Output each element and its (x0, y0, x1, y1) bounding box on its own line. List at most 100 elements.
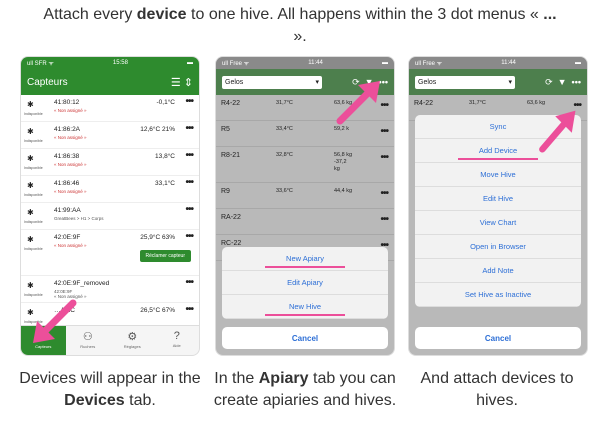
filter-icon[interactable]: ▼ (558, 77, 567, 87)
menu-item-open-in-browser[interactable]: Open in Browser (415, 235, 581, 259)
more-menu-icon[interactable]: ••• (572, 77, 581, 87)
device-row[interactable]: ✱ Indisponible 41:86:46 « Non assigné » 33,1… (21, 176, 199, 203)
device-availability: Indisponible (24, 247, 43, 251)
hive-more-icon[interactable]: ••• (380, 214, 388, 225)
device-row[interactable]: ✱ Indisponible 42:0E:9F « Non assigné » 25,9… (21, 230, 199, 276)
device-row[interactable]: ✱ Indisponible 41:99:AA GreatBees > H1 > Co… (21, 203, 199, 230)
heading-text: Attach every (43, 6, 137, 23)
heading-dots: ... (543, 6, 557, 23)
claim-device-button[interactable]: Réclamer capteur (139, 250, 191, 262)
device-name: 41:86:38 (54, 153, 80, 160)
more-menu-icon[interactable]: ••• (185, 304, 193, 315)
apiary-select[interactable]: Gelos ▾ (415, 75, 515, 89)
device-row[interactable]: ✱ Indisponible 41:80:12 « Non assigné » -0,1… (21, 95, 199, 122)
menu-item-edit-hive[interactable]: Edit Hive (415, 187, 581, 211)
status-bar: ull SFR ᯤ 15:58 ▬ (21, 57, 199, 69)
help-icon: ? (173, 330, 180, 342)
hive-name: R4-22 (221, 100, 241, 107)
apiary-screenshot: ull Free ᯤ 11:44 ▬ Gelos ▾ ⟳ ▼ ••• R4-22 31,… (215, 56, 395, 356)
highlight-underline (265, 314, 345, 316)
hive-name: R8-21 (221, 152, 241, 159)
clock: 11:44 (308, 60, 323, 66)
hive-temp: 32,8°C (276, 152, 293, 158)
cancel-button[interactable]: Cancel (222, 327, 388, 349)
bluetooth-icon: ✱ (27, 235, 34, 244)
hive-temp: 31,7°C (276, 100, 293, 106)
instruction-heading: Attach every device to one hive. All hap… (0, 4, 600, 48)
settings-icon: ⚙ (127, 331, 138, 343)
device-assignment: « Non assigné » (54, 108, 87, 113)
hive-weight: 63,6 kg (527, 100, 546, 106)
tab-help[interactable]: ? Aide (155, 326, 200, 355)
hive-row[interactable]: RA-22 ••• (216, 209, 394, 235)
hive-weight: 56,8 kg -37,2 kg (334, 152, 353, 172)
highlight-underline (265, 266, 345, 268)
device-reading: -0,1°C (156, 99, 176, 106)
action-sheet: New Apiary Edit Apiary New Hive (222, 247, 388, 319)
tab-label: Ruchers (80, 344, 96, 349)
device-name: 41:86:46 (54, 180, 80, 187)
menu-item-new-hive[interactable]: New Hive (222, 295, 388, 319)
menu-item-add-note[interactable]: Add Note (415, 259, 581, 283)
device-row[interactable]: ✱ Indisponible 41:86:38 « Non assigné » 13,8… (21, 149, 199, 176)
hive-temp: 31,7°C (469, 100, 486, 106)
more-menu-icon[interactable]: ••• (185, 177, 193, 188)
device-row[interactable]: ✱ Indisponible 41:86:2A « Non assigné » 12,6… (21, 122, 199, 149)
clock: 11:44 (501, 60, 516, 66)
hive-name: RA-22 (221, 214, 241, 221)
hive-name: RC-22 (221, 240, 242, 247)
heading-text-2: to one hive. All happens within the 3 do… (186, 6, 544, 23)
device-reading: 33,1°C (155, 180, 175, 187)
pink-arrow-icon (33, 299, 77, 343)
hive-menu-screenshot: ull Free ᯤ 11:44 ▬ Gelos ▾ ⟳ ▼ ••• R4-22 31… (408, 56, 588, 356)
hive-name: R9 (221, 188, 230, 195)
cancel-button[interactable]: Cancel (415, 327, 581, 349)
menu-item-edit-apiary[interactable]: Edit Apiary (222, 271, 388, 295)
menu-item-move-hive[interactable]: Move Hive (415, 163, 581, 187)
app-bar: Capteurs ☰ ⇕ (21, 69, 199, 95)
bluetooth-icon: ✱ (27, 208, 34, 217)
hive-row[interactable]: R8-21 32,8°C 56,8 kg -37,2 kg ••• (216, 147, 394, 183)
caption-devices: Devices will appear in the Devices tab. (15, 368, 205, 412)
hive-temp: 33,4°C (276, 126, 293, 132)
more-menu-icon[interactable]: ••• (185, 231, 193, 242)
apiary-select-value: Gelos (418, 78, 437, 86)
device-name: 41:80:12 (54, 99, 80, 106)
carrier: ull Free ᯤ (415, 61, 443, 67)
hive-more-icon[interactable]: ••• (380, 152, 388, 163)
more-menu-icon[interactable]: ••• (185, 277, 193, 288)
status-bar: ull Free ᯤ 11:44 ▬ (216, 57, 394, 69)
caption-bold: Apiary (258, 370, 309, 387)
device-reading: 13,8°C (155, 153, 175, 160)
carrier: ull Free ᯤ (222, 61, 250, 67)
device-reading: 26,5°C 67% (140, 307, 175, 314)
more-menu-icon[interactable]: ••• (185, 96, 193, 107)
hive-row[interactable]: R9 33,6°C 44,4 kg ••• (216, 183, 394, 209)
caption-text-end: tab. (124, 392, 156, 409)
caption-text: In the (214, 370, 259, 387)
device-availability: Indisponible (24, 193, 43, 197)
battery-icon: ▬ (187, 60, 193, 66)
hive-more-icon[interactable]: ••• (380, 126, 388, 137)
more-menu-icon[interactable]: ••• (185, 204, 193, 215)
apiary-select[interactable]: Gelos ▾ (222, 75, 322, 89)
hive-weight: 59,2 k (334, 126, 349, 132)
menu-item-new-apiary[interactable]: New Apiary (222, 247, 388, 271)
battery-icon: ▬ (574, 60, 581, 66)
devices-screenshot: ull SFR ᯤ 15:58 ▬ Capteurs ☰ ⇕ ✱ Indispon… (20, 56, 200, 356)
apiary-select-value: Gelos (225, 78, 244, 86)
caption-bold: Devices (64, 392, 125, 409)
device-reading: 25,9°C 63% (140, 234, 175, 241)
caption-attach: And attach devices to hives. (402, 368, 592, 412)
menu-item-set-hive-as-inactive[interactable]: Set Hive as Inactive (415, 283, 581, 307)
heading-bold-device: device (136, 6, 187, 23)
hive-more-icon[interactable]: ••• (380, 188, 388, 199)
hive-name: R5 (221, 126, 230, 133)
more-menu-icon[interactable]: ••• (185, 123, 193, 134)
menu-item-view-chart[interactable]: View Chart (415, 211, 581, 235)
more-menu-icon[interactable]: ••• (185, 150, 193, 161)
filter-sort-icons[interactable]: ☰ ⇕ (171, 76, 193, 89)
sync-icon[interactable]: ⟳ (545, 77, 553, 88)
heading-text-end: ». (293, 28, 307, 45)
tab-settings[interactable]: ⚙ Réglages (110, 326, 155, 355)
